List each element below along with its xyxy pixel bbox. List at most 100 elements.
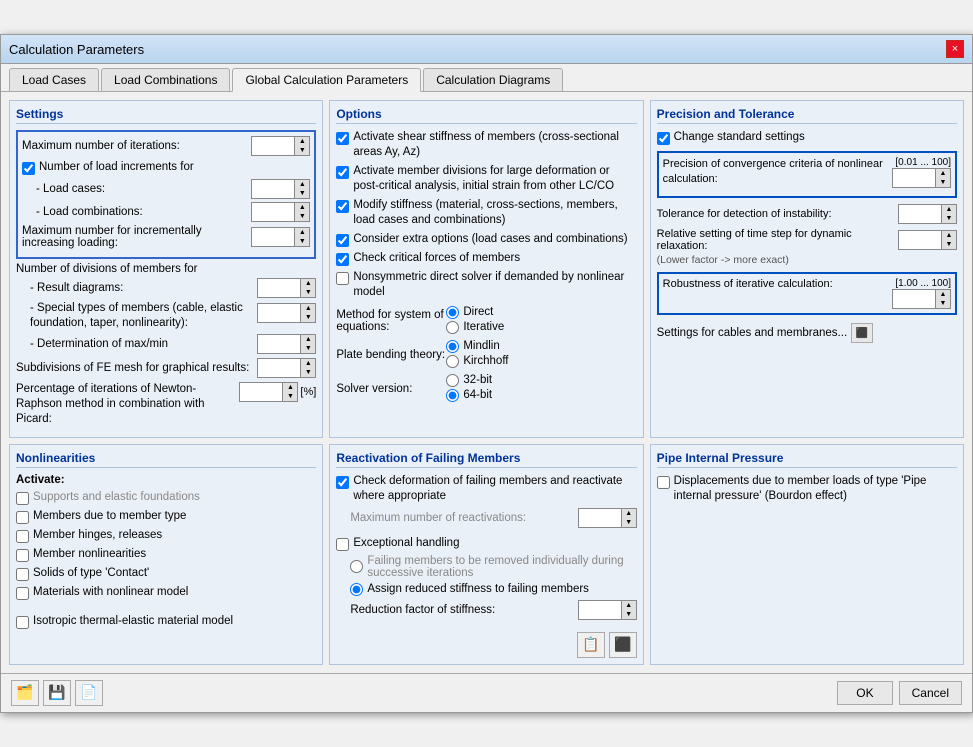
max-min-input[interactable]: 10 bbox=[258, 337, 300, 351]
convergence-down[interactable]: ▼ bbox=[936, 178, 950, 187]
nonlin-checkbox-3[interactable] bbox=[16, 549, 29, 562]
max-min-spinbox[interactable]: 10 ▲ ▼ bbox=[257, 334, 316, 354]
instability-spinbox[interactable]: 1.00 ▲ ▼ bbox=[898, 204, 957, 224]
max-incremental-input[interactable]: 1000 bbox=[252, 230, 294, 244]
percentage-spinbox[interactable]: 5 ▲ ▼ bbox=[239, 382, 298, 402]
solver-32-radio[interactable] bbox=[446, 374, 459, 387]
max-iterations-down[interactable]: ▼ bbox=[295, 146, 309, 155]
subdivisions-down[interactable]: ▼ bbox=[301, 368, 315, 377]
subdivisions-spinbox[interactable]: 3 ▲ ▼ bbox=[257, 358, 316, 378]
tab-load-combinations[interactable]: Load Combinations bbox=[101, 68, 230, 91]
robustness-spinbox[interactable]: 1.00 ▲ ▼ bbox=[892, 289, 951, 309]
load-cases-up[interactable]: ▲ bbox=[295, 180, 309, 189]
opt3-checkbox[interactable] bbox=[336, 200, 349, 213]
max-reactivations-input[interactable]: 3 bbox=[579, 511, 621, 525]
method-iterative-radio[interactable] bbox=[446, 321, 459, 334]
subdivisions-up[interactable]: ▲ bbox=[301, 359, 315, 368]
footer-icon-btn-1[interactable]: 🗂️ bbox=[11, 680, 39, 706]
instability-up[interactable]: ▲ bbox=[942, 205, 956, 214]
max-iterations-input[interactable]: 100 bbox=[252, 139, 294, 153]
load-combinations-down[interactable]: ▼ bbox=[295, 212, 309, 221]
dynamic-up[interactable]: ▲ bbox=[942, 231, 956, 240]
plate-mindlin-radio[interactable] bbox=[446, 340, 459, 353]
reduction-spinbox[interactable]: 1000 ▲ ▼ bbox=[578, 600, 637, 620]
assign-stiffness-radio[interactable] bbox=[350, 583, 363, 596]
method-direct-radio[interactable] bbox=[446, 306, 459, 319]
special-types-up[interactable]: ▲ bbox=[301, 304, 315, 313]
dynamic-spinbox-btns: ▲ ▼ bbox=[941, 231, 956, 249]
footer-icon-btn-2[interactable]: 💾 bbox=[43, 680, 71, 706]
reduction-input[interactable]: 1000 bbox=[579, 603, 621, 617]
load-combinations-up[interactable]: ▲ bbox=[295, 203, 309, 212]
footer-icon-btn-3[interactable]: 📄 bbox=[75, 680, 103, 706]
tab-calculation-diagrams[interactable]: Calculation Diagrams bbox=[423, 68, 563, 91]
load-increments-checkbox[interactable] bbox=[22, 162, 35, 175]
tab-load-cases[interactable]: Load Cases bbox=[9, 68, 99, 91]
load-combinations-spinbox[interactable]: 1 ▲ ▼ bbox=[251, 202, 310, 222]
nonlin-checkbox-4[interactable] bbox=[16, 568, 29, 581]
nonlin-checkbox-5[interactable] bbox=[16, 587, 29, 600]
nonlin-checkbox-0[interactable] bbox=[16, 492, 29, 505]
convergence-up[interactable]: ▲ bbox=[936, 169, 950, 178]
load-cases-down[interactable]: ▼ bbox=[295, 189, 309, 198]
cables-button[interactable]: ⬛ bbox=[851, 323, 873, 343]
special-types-input[interactable]: 10 bbox=[258, 306, 300, 320]
change-settings-checkbox[interactable] bbox=[657, 132, 670, 145]
load-combinations-input[interactable]: 1 bbox=[252, 205, 294, 219]
result-diagrams-up[interactable]: ▲ bbox=[301, 279, 315, 288]
plate-kirchhoff-radio[interactable] bbox=[446, 355, 459, 368]
max-iterations-up[interactable]: ▲ bbox=[295, 137, 309, 146]
percentage-up[interactable]: ▲ bbox=[283, 383, 297, 392]
instability-down[interactable]: ▼ bbox=[942, 214, 956, 223]
result-diagrams-input[interactable]: 10 bbox=[258, 281, 300, 295]
opt6-checkbox[interactable] bbox=[336, 272, 349, 285]
reactivation-icon-btn-1[interactable]: 📋 bbox=[577, 632, 605, 658]
max-reactivations-spinbox[interactable]: 3 ▲ ▼ bbox=[578, 508, 637, 528]
nonlin-checkbox-2[interactable] bbox=[16, 530, 29, 543]
solver-64-radio[interactable] bbox=[446, 389, 459, 402]
result-diagrams-down[interactable]: ▼ bbox=[301, 288, 315, 297]
dynamic-input[interactable]: 1.00 bbox=[899, 233, 941, 247]
pipe-displacements-checkbox[interactable] bbox=[657, 476, 670, 489]
reduction-down[interactable]: ▼ bbox=[622, 610, 636, 619]
opt2-checkbox[interactable] bbox=[336, 166, 349, 179]
percentage-down[interactable]: ▼ bbox=[283, 392, 297, 401]
special-types-spinbox[interactable]: 10 ▲ ▼ bbox=[257, 303, 316, 323]
max-reactivations-down[interactable]: ▼ bbox=[622, 518, 636, 527]
ok-button[interactable]: OK bbox=[837, 681, 892, 705]
opt1-checkbox[interactable] bbox=[336, 132, 349, 145]
reduction-up[interactable]: ▲ bbox=[622, 601, 636, 610]
max-min-down[interactable]: ▼ bbox=[301, 344, 315, 353]
instability-input[interactable]: 1.00 bbox=[899, 207, 941, 221]
nonlin-checkbox-6[interactable] bbox=[16, 616, 29, 629]
dynamic-spinbox[interactable]: 1.00 ▲ ▼ bbox=[898, 230, 957, 250]
cancel-button[interactable]: Cancel bbox=[899, 681, 962, 705]
max-incremental-spinbox[interactable]: 1000 ▲ ▼ bbox=[251, 227, 310, 247]
tab-global-calculation-parameters[interactable]: Global Calculation Parameters bbox=[232, 68, 421, 92]
opt5-checkbox[interactable] bbox=[336, 253, 349, 266]
robustness-input[interactable]: 1.00 bbox=[893, 292, 935, 306]
failing-remove-radio[interactable] bbox=[350, 560, 363, 573]
close-button[interactable]: × bbox=[946, 40, 964, 58]
load-cases-spinbox[interactable]: 1 ▲ ▼ bbox=[251, 179, 310, 199]
opt4-checkbox[interactable] bbox=[336, 234, 349, 247]
robustness-down[interactable]: ▼ bbox=[936, 299, 950, 308]
convergence-spinbox[interactable]: 1.00 ▲ ▼ bbox=[892, 168, 951, 188]
convergence-input[interactable]: 1.00 bbox=[893, 171, 935, 185]
max-min-up[interactable]: ▲ bbox=[301, 335, 315, 344]
max-iterations-spinbox[interactable]: 100 ▲ ▼ bbox=[251, 136, 310, 156]
subdivisions-input[interactable]: 3 bbox=[258, 361, 300, 375]
check-deformation-checkbox[interactable] bbox=[336, 476, 349, 489]
load-cases-input[interactable]: 1 bbox=[252, 182, 294, 196]
max-incremental-down[interactable]: ▼ bbox=[295, 237, 309, 246]
nonlin-checkbox-1[interactable] bbox=[16, 511, 29, 524]
dynamic-down[interactable]: ▼ bbox=[942, 240, 956, 249]
percentage-input[interactable]: 5 bbox=[240, 385, 282, 399]
max-reactivations-up[interactable]: ▲ bbox=[622, 509, 636, 518]
max-incremental-up[interactable]: ▲ bbox=[295, 228, 309, 237]
special-types-down[interactable]: ▼ bbox=[301, 313, 315, 322]
exceptional-checkbox[interactable] bbox=[336, 538, 349, 551]
result-diagrams-spinbox[interactable]: 10 ▲ ▼ bbox=[257, 278, 316, 298]
robustness-up[interactable]: ▲ bbox=[936, 290, 950, 299]
reactivation-icon-btn-2[interactable]: ⬛ bbox=[609, 632, 637, 658]
